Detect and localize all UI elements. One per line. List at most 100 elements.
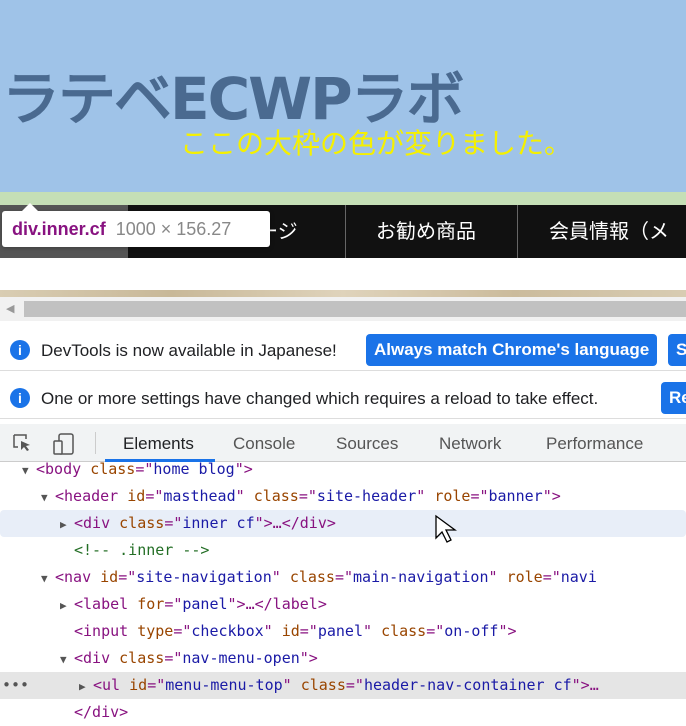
code-token: id (281, 622, 300, 640)
infobar-button-2[interactable]: S (668, 334, 686, 366)
code-token: "> (542, 487, 561, 505)
expand-toggle-icon[interactable]: ▶ (79, 673, 93, 700)
mouse-cursor-icon (435, 514, 457, 543)
code-token: =" (345, 676, 364, 694)
dom-node-row[interactable]: ▼ <nav id="site-navigation" class="main-n… (0, 564, 686, 591)
code-token: class (289, 568, 335, 586)
scroll-left-icon[interactable]: ◀ (6, 302, 14, 315)
divider (345, 205, 346, 258)
infobar-text: One or more settings have changed which … (41, 389, 599, 408)
site-subtitle: ここの大枠の色が変りました。 (180, 127, 573, 160)
code-token: main-navigation (353, 568, 489, 586)
info-icon: i (10, 388, 30, 408)
code-token: " (363, 622, 382, 640)
code-token: =" (164, 649, 183, 667)
code-token: =" (470, 487, 489, 505)
code-token: <header (55, 487, 128, 505)
tab-network[interactable]: Network (439, 434, 501, 454)
code-token: <nav (55, 568, 101, 586)
code-token: banner (488, 487, 543, 505)
infobar-reload: i One or more settings have changed whic… (0, 377, 686, 419)
code-token: ">…</label> (227, 595, 327, 613)
code-token: class (119, 514, 165, 532)
code-token: =" (164, 595, 183, 613)
code-token: site-header (316, 487, 417, 505)
tab-sources[interactable]: Sources (336, 434, 398, 454)
code-token: =" (118, 568, 137, 586)
code-token: " (263, 622, 282, 640)
tooltip-size: 1000 × 156.27 (115, 219, 232, 239)
match-language-button[interactable]: Always match Chrome's language (366, 334, 658, 366)
code-token: <div (74, 514, 120, 532)
dom-node-row[interactable]: ▶ <label for="panel">…</label> (0, 591, 686, 618)
code-token: <!-- .inner --> (74, 541, 210, 559)
code-token: id (129, 676, 148, 694)
code-token: "> (498, 622, 517, 640)
dom-node-row[interactable]: ▼ <header id="masthead" class="site-heade… (0, 483, 686, 510)
code-token: role (506, 568, 543, 586)
tab-performance[interactable]: Performance (546, 434, 643, 454)
info-icon: i (10, 340, 30, 360)
code-token: nav-menu-open (182, 649, 300, 667)
dom-node-row[interactable]: ▼ <div class="nav-menu-open"> (0, 645, 686, 672)
code-token: =" (334, 568, 354, 586)
code-token: =" (173, 622, 192, 640)
code-token: ">…</div> (254, 514, 336, 532)
code-token: =" (426, 622, 445, 640)
code-token: for (137, 595, 165, 613)
dom-node-row[interactable]: <!-- .inner --> (0, 537, 686, 564)
nav-item[interactable]: 会員情報（メ (549, 205, 669, 258)
code-token: id (100, 568, 119, 586)
code-token: ">… (571, 676, 599, 694)
code-token: =" (542, 568, 561, 586)
code-token: class (300, 676, 346, 694)
code-token: "> (234, 460, 253, 478)
scrollbar-thumb[interactable] (24, 301, 686, 317)
code-token: home blog (153, 460, 235, 478)
dom-node-row[interactable]: ••• ▶ <ul id="menu-menu-top" class="header… (0, 672, 686, 699)
code-token: header-nav-container cf (363, 676, 572, 694)
code-token: class (90, 460, 136, 478)
expand-toggle-icon[interactable]: ▼ (22, 457, 36, 484)
dom-node-row[interactable]: <input type="checkbox" id="panel" class=… (0, 618, 686, 645)
code-token: menu-menu-top (165, 676, 283, 694)
tooltip-selector: div.inner.cf (12, 219, 106, 239)
dom-node-row[interactable]: </div> (0, 699, 686, 726)
divider (517, 205, 518, 258)
expand-toggle-icon[interactable]: ▼ (41, 565, 55, 592)
horizontal-scrollbar[interactable]: ◀ (0, 297, 686, 321)
code-token: checkbox (191, 622, 264, 640)
code-token: on-off (444, 622, 499, 640)
code-token: <ul (93, 676, 130, 694)
nav-item[interactable]: お勧め商品 (376, 205, 476, 258)
code-token: panel (182, 595, 228, 613)
code-token: " (235, 487, 254, 505)
code-token: <label (74, 595, 138, 613)
dom-node-row[interactable]: ▼ <body class="home blog"> (0, 456, 686, 483)
header-strip (0, 192, 686, 205)
expand-toggle-icon[interactable]: ▶ (60, 511, 74, 538)
code-token: type (137, 622, 174, 640)
code-token: inner cf (182, 514, 255, 532)
code-token: masthead (163, 487, 236, 505)
code-token: =" (298, 487, 317, 505)
inspect-element-icon[interactable] (12, 433, 34, 455)
dom-node-row[interactable]: ▶ <div class="inner cf">…</div> (0, 510, 686, 537)
infobar-language: i DevTools is now available in Japanese!… (0, 329, 686, 371)
tab-elements[interactable]: Elements (123, 434, 194, 454)
page-strip (0, 290, 686, 297)
code-token: </div> (74, 703, 129, 721)
code-token: <input (74, 622, 138, 640)
device-toolbar-icon[interactable] (52, 432, 76, 456)
expand-toggle-icon[interactable]: ▶ (60, 592, 74, 619)
more-options-icon[interactable]: ••• (2, 672, 29, 699)
tab-console[interactable]: Console (233, 434, 295, 454)
expand-toggle-icon[interactable]: ▼ (41, 484, 55, 511)
code-token: =" (164, 514, 183, 532)
reload-button[interactable]: Re (661, 382, 686, 414)
code-token: =" (147, 676, 166, 694)
divider (95, 432, 96, 454)
site-header: ラテベECWPラボ ここの大枠の色が変りました。 (0, 0, 686, 192)
expand-toggle-icon[interactable]: ▼ (60, 646, 74, 673)
code-token: =" (135, 460, 154, 478)
